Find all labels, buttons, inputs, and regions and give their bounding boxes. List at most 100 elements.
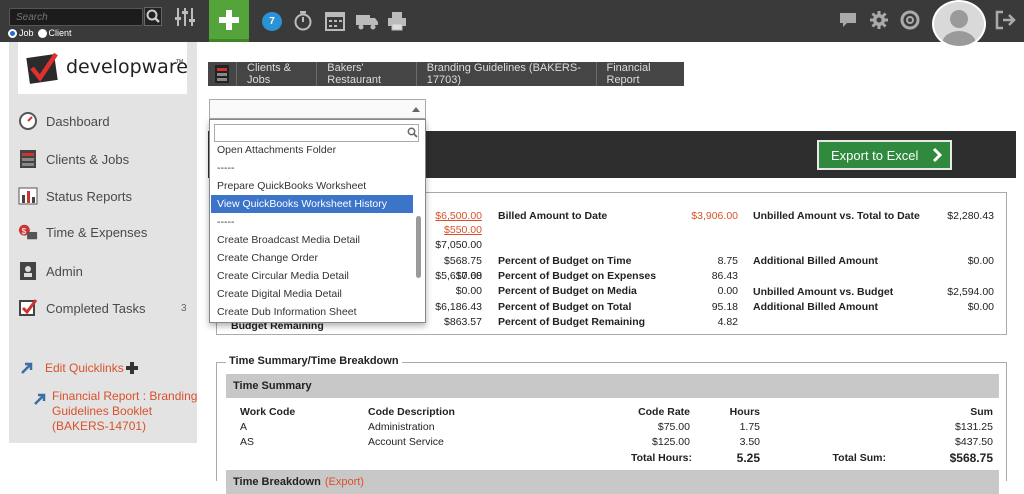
speedometer-icon	[18, 111, 38, 131]
export-label: Export to Excel	[831, 147, 919, 163]
budget-value: $2,594.00	[947, 286, 994, 298]
sidebar-item-dashboard[interactable]: Dashboard	[18, 111, 110, 131]
cell-hours: 3.50	[739, 436, 760, 448]
svg-text:$: $	[22, 227, 27, 236]
column-header: Code Rate	[638, 406, 690, 418]
truck-icon[interactable]	[355, 10, 379, 35]
printer-icon[interactable]	[387, 10, 407, 35]
radio-job[interactable]	[8, 28, 17, 38]
budget-label: Percent of Budget on Expenses	[498, 270, 657, 282]
gear-icon[interactable]	[869, 10, 889, 33]
breadcrumb-job[interactable]: Branding Guidelines (BAKERS-17703)	[417, 62, 597, 86]
sidebar-item-label: Admin	[46, 263, 83, 279]
budget-label: Percent of Budget on Media	[498, 285, 637, 297]
notifications-badge[interactable]: 7	[262, 12, 282, 31]
actions-dropdown: Open Attachments Folder ----- Prepare Quic…	[209, 119, 426, 323]
sidebar-item-clients-jobs[interactable]: Clients & Jobs	[18, 149, 129, 169]
sidebar-item-label: Clients & Jobs	[46, 151, 130, 167]
time-breakdown-export-link[interactable]: (Export)	[325, 476, 364, 488]
money-icon: $	[18, 222, 38, 242]
time-section-title: Time Summary/Time Breakdown	[226, 355, 402, 367]
total-sum-label: Total Sum:	[832, 452, 886, 464]
radio-client-label: Client	[48, 28, 72, 38]
budget-label: Percent of Budget on Time	[498, 255, 632, 267]
budget-label: Unbilled Amount vs. Total to Date	[753, 210, 920, 222]
column-header: Work Code	[240, 406, 296, 418]
dropdown-item[interactable]: Prepare QuickBooks Worksheet	[211, 177, 413, 195]
sidebar-item-time-expenses[interactable]: $ Time & Expenses	[18, 222, 147, 242]
search-input[interactable]	[9, 8, 143, 26]
filter-sliders-icon[interactable]	[174, 6, 196, 31]
total-hours-label: Total Hours:	[630, 452, 692, 464]
quicklink-arrow-icon	[20, 361, 34, 378]
budget-value: $0.00	[967, 301, 994, 313]
sidebar-item-status-reports[interactable]: Status Reports	[18, 186, 132, 206]
cell-desc: Account Service	[368, 436, 444, 448]
edit-quicklinks-link[interactable]: Edit Quicklinks	[45, 361, 124, 375]
help-lifebuoy-icon[interactable]	[900, 10, 920, 33]
dropdown-item[interactable]: Create Dub Information Sheet	[211, 303, 413, 321]
quicklink-line: (BAKERS-14701)	[52, 419, 147, 433]
quicklink-line: Financial Report : Branding	[52, 389, 198, 403]
column-header: Code Description	[368, 406, 455, 418]
cell-sum: $437.50	[955, 436, 993, 448]
chevron-right-icon	[933, 147, 943, 163]
sidebar-item-label: Status Reports	[46, 188, 132, 204]
sidebar-item-admin[interactable]: Admin	[18, 261, 83, 281]
time-breakdown-header: Time Breakdown (Export)	[226, 470, 999, 494]
calendar-icon[interactable]	[325, 10, 345, 35]
cell-rate: $125.00	[652, 436, 690, 448]
budget-label: Percent of Budget Remaining	[498, 316, 646, 328]
total-sum-value: $568.75	[949, 451, 993, 465]
add-quicklink-icon[interactable]	[125, 361, 139, 378]
search-scope-radios: Job Client	[6, 28, 72, 38]
budget-value: $2,280.43	[947, 210, 994, 222]
search-icon	[146, 9, 160, 23]
company-logo: developware TM	[18, 42, 188, 94]
time-breakdown-title: Time Breakdown	[233, 476, 321, 488]
add-new-button[interactable]	[209, 0, 249, 42]
dropdown-item: -----	[217, 162, 235, 174]
cell-desc: Administration	[368, 421, 435, 433]
time-summary-title: Time Summary	[233, 380, 312, 392]
sidebar-item-label: Time & Expenses	[46, 224, 148, 240]
sidebar	[9, 42, 197, 443]
dropdown-scrollbar[interactable]	[416, 216, 421, 278]
search-button[interactable]	[144, 7, 162, 26]
logout-icon[interactable]	[995, 10, 1017, 33]
total-hours-value: 5.25	[736, 451, 760, 465]
dropdown-item[interactable]: Create Digital Media Detail	[211, 285, 413, 303]
budget-label: Unbilled Amount vs. Budget	[753, 286, 894, 298]
sidebar-item-label: Dashboard	[46, 113, 110, 129]
breadcrumb-home-icon[interactable]	[208, 62, 237, 86]
dropdown-item[interactable]: Create Circular Media Detail	[211, 267, 413, 285]
bar-chart-icon	[18, 186, 38, 206]
checkbox-icon	[18, 298, 38, 318]
dropdown-item[interactable]: Create Broadcast Media Detail	[211, 231, 413, 249]
stopwatch-icon[interactable]	[293, 10, 313, 35]
quicklink-financial-report[interactable]: Financial Report : Branding Guidelines B…	[52, 389, 197, 434]
breadcrumb: Clients & Jobs Bakers' Restaurant Brandi…	[208, 62, 684, 86]
budget-value: 8.75	[717, 255, 738, 267]
column-header: Hours	[729, 406, 760, 418]
chevron-up-icon	[412, 107, 420, 112]
avatar[interactable]	[932, 0, 986, 48]
budget-value: 4.82	[717, 316, 738, 328]
admin-icon	[18, 261, 38, 281]
radio-client[interactable]	[37, 28, 47, 38]
cell-code: A	[240, 421, 248, 433]
budget-label: Percent of Budget on Total	[498, 301, 632, 313]
dropdown-item[interactable]: Open Attachments Folder	[211, 141, 413, 159]
breadcrumb-clients-jobs[interactable]: Clients & Jobs	[237, 62, 318, 86]
cabinet-icon	[18, 149, 38, 169]
breadcrumb-client[interactable]: Bakers' Restaurant	[317, 62, 417, 86]
dropdown-item[interactable]: Create Change Order	[211, 249, 413, 267]
export-to-excel-button[interactable]: Export to Excel	[817, 140, 952, 170]
column-header: Sum	[970, 406, 993, 418]
actions-select[interactable]	[209, 99, 426, 119]
dropdown-item[interactable]: View QuickBooks Worksheet History	[211, 195, 413, 213]
dropdown-search-input[interactable]	[214, 124, 419, 142]
sidebar-item-completed-tasks[interactable]: Completed Tasks	[18, 298, 145, 318]
chat-icon[interactable]	[838, 10, 858, 33]
budget-value: 0.00	[717, 285, 738, 297]
